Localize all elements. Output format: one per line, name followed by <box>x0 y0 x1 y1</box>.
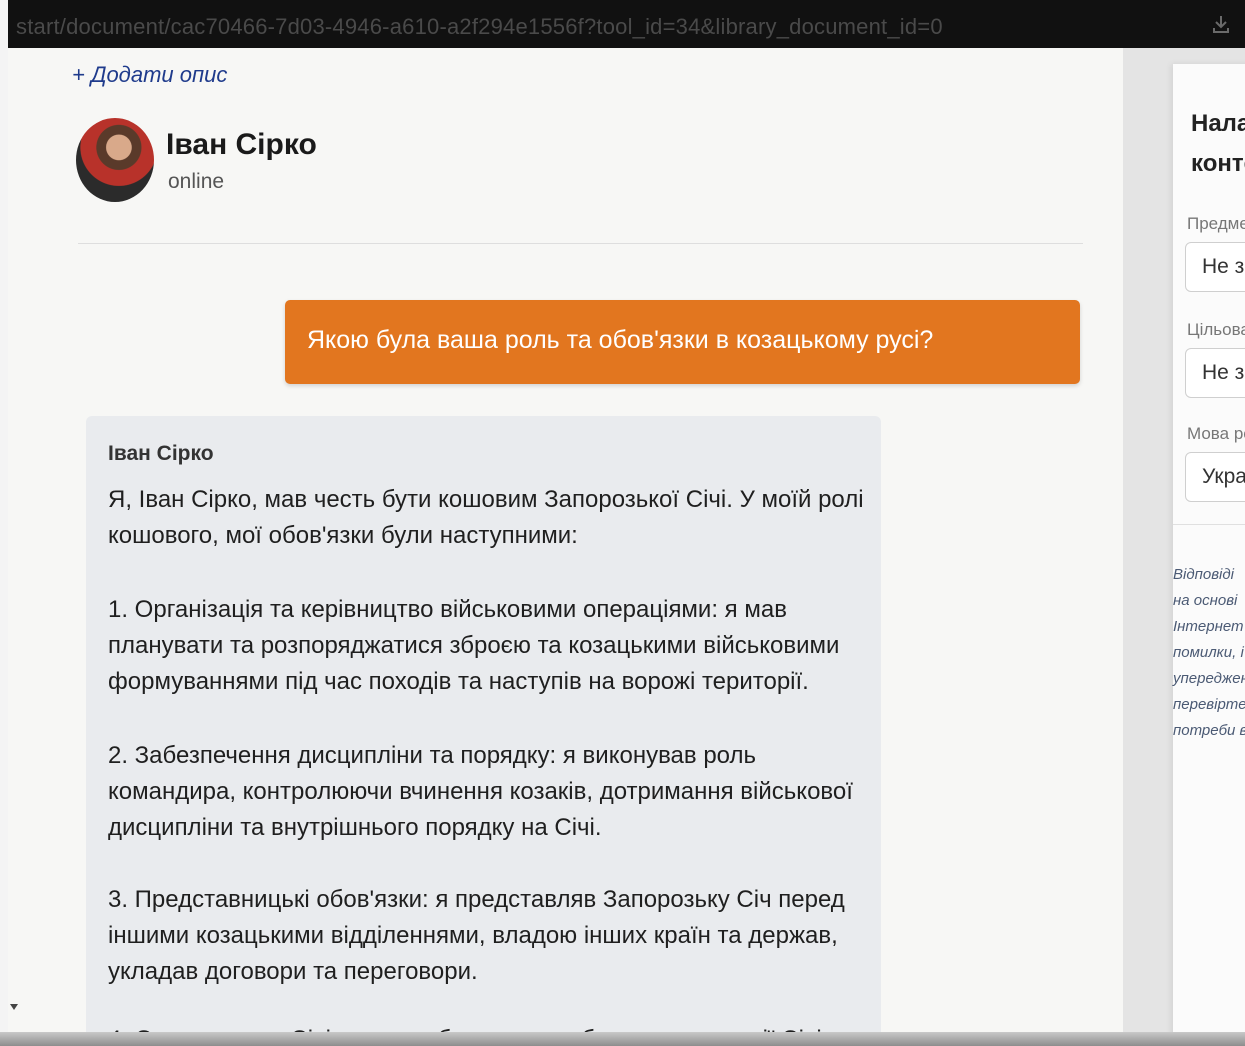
message-line: планувати та розпоряджатися зброєю та ко… <box>108 632 840 659</box>
disclaimer-line: перевірте <box>1173 696 1245 713</box>
chat-area: + Додати опис Іван Сірко online Якою бул… <box>8 48 1123 1032</box>
audience-label: Цільова <box>1187 320 1245 339</box>
settings-title-line: Нала <box>1191 110 1245 137</box>
scroll-down-arrow-icon[interactable] <box>10 1004 18 1010</box>
disclaimer-line: на основі <box>1173 592 1238 609</box>
disclaimer-line: помилки, і <box>1173 644 1244 661</box>
url-text[interactable]: start/document/cac70466-7d03-4946-a610-a… <box>16 14 943 40</box>
contact-status: online <box>168 170 225 193</box>
language-label: Мова ре <box>1187 424 1245 443</box>
message-line: 3. Представницькі обов'язки: я представл… <box>108 886 845 913</box>
message-line: іншими козацькими відділеннями, владою і… <box>108 922 838 949</box>
disclaimer-line: Інтернет <box>1173 618 1244 635</box>
message-line: кошового, мої обов'язки були наступними: <box>108 522 578 549</box>
language-select[interactable]: Украї <box>1185 452 1245 502</box>
panel-divider <box>1173 524 1245 525</box>
window-left-edge <box>0 0 8 1046</box>
header-divider <box>78 243 1083 244</box>
window-bottom-edge <box>0 1032 1245 1046</box>
disclaimer-text: Відповіді на основі Інтернет помилки, і … <box>1173 562 1245 744</box>
contact-name: Іван Сірко <box>166 128 317 161</box>
message-line: дисципліни та внутрішнього порядку на Сі… <box>108 814 602 841</box>
message-line: 4. Охорона меж Січі: я мав забезпечувати… <box>108 1022 868 1032</box>
settings-sidebar: Нала конте Предме Не за Цільова Не за Мо… <box>1123 48 1245 1032</box>
message-line: командира, контролюючи вчинення козаків,… <box>108 778 853 805</box>
message-line: укладав договори та переговори. <box>108 958 478 985</box>
message-line: 2. Забезпечення дисципліни та порядку: я… <box>108 742 756 769</box>
subject-label: Предме <box>1187 214 1245 233</box>
disclaimer-line: Відповіді <box>1173 566 1235 583</box>
settings-title: Нала конте <box>1191 104 1245 184</box>
download-icon[interactable] <box>1211 14 1231 34</box>
subject-select[interactable]: Не за <box>1185 242 1245 292</box>
settings-title-line: конте <box>1191 150 1245 177</box>
audience-select[interactable]: Не за <box>1185 348 1245 398</box>
settings-panel: Нала конте Предме Не за Цільова Не за Мо… <box>1173 64 1245 1032</box>
disclaimer-line: потреби в <box>1173 722 1245 739</box>
avatar <box>76 118 154 202</box>
bot-message-bubble: Іван Сірко Я, Іван Сірко, мав честь бути… <box>86 416 881 1032</box>
message-line: 1. Організація та керівництво військовим… <box>108 596 787 623</box>
message-line: формуваннями під час походів та наступів… <box>108 668 809 695</box>
user-message-bubble: Якою була ваша роль та обов'язки в козац… <box>285 300 1080 384</box>
browser-address-bar: start/document/cac70466-7d03-4946-a610-a… <box>8 0 1245 48</box>
disclaimer-line: упереджен <box>1173 670 1245 687</box>
add-description-link[interactable]: + Додати опис <box>72 62 227 88</box>
user-message-text: Якою була ваша роль та обов'язки в козац… <box>307 326 934 354</box>
bot-author: Іван Сірко <box>108 442 214 465</box>
message-line: Я, Іван Сірко, мав честь бути кошовим За… <box>108 486 864 513</box>
